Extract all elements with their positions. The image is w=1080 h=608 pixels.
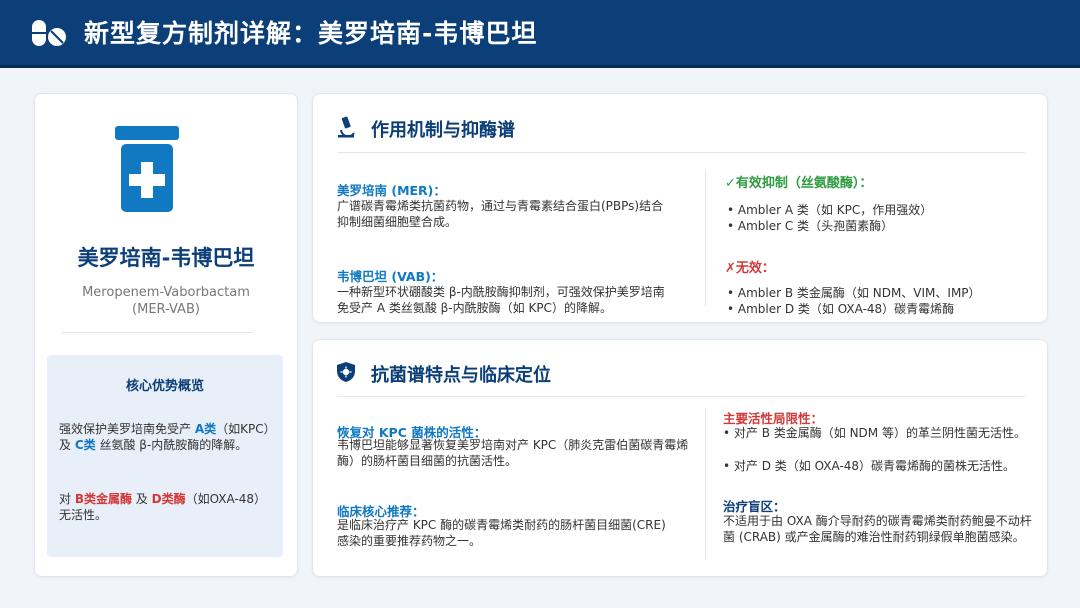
recommend-description: 是临床治疗产 KPC 酶的碳青霉烯类耐药的肠杆菌目细菌(CRE) 感染的重要推荐…	[337, 518, 666, 548]
column-divider	[705, 170, 706, 306]
restore-description: 韦博巴坦能够显著恢复美罗培南对产 KPC（肺炎克雷伯菌碳青霉烯酶）的肠杆菌目细菌…	[337, 438, 689, 468]
limitation-item: • 对产 D 类（如 OXA-48）碳青霉烯酶的菌株无活性。	[723, 459, 1016, 473]
mechanism-card: 作用机制与抑酶谱 美罗培南 (MER)： 广谱碳青霉烯类抗菌药物，通过与青霉素结…	[312, 93, 1048, 323]
effective-item: • Ambler A 类（如 KPC，作用强效）	[727, 203, 933, 217]
spectrum-card: 抗菌谱特点与临床定位 恢复对 KPC 菌株的活性： 韦博巴坦能够显著恢复美罗培南…	[312, 339, 1048, 577]
spectrum-title: 抗菌谱特点与临床定位	[371, 365, 551, 386]
effective-item: • Ambler C 类（头孢菌素酶）	[727, 219, 894, 233]
divider	[337, 396, 1025, 397]
ineffective-item: • Ambler B 类金属酶（如 NDM、VIM、IMP）	[727, 286, 981, 300]
mer-description: 广谱碳青霉烯类抗菌药物，通过与青霉素结合蛋白(PBPs)结合抑制细菌细胞壁合成。	[337, 199, 664, 229]
page-title: 新型复方制剂详解：美罗培南-韦博巴坦	[84, 19, 538, 48]
ineffective-item: • Ambler D 类（如 OXA-48）碳青霉烯酶	[727, 302, 955, 316]
advantage-paragraph-1: 强效保护美罗培南免受产 A类（如KPC）及 C类 丝氨酸 β-内酰胺酶的降解。	[59, 421, 273, 453]
adv2-text-2: 及	[131, 492, 152, 506]
mer-heading: 美罗培南 (MER)：	[337, 183, 446, 198]
shield-virus-icon	[337, 362, 355, 382]
advantages-box: 核心优势概览 强效保护美罗培南免受产 A类（如KPC）及 C类 丝氨酸 β-内酰…	[47, 355, 283, 557]
advantages-title: 核心优势概览	[125, 379, 204, 394]
adv1-text-3: 丝氨酸 β-内酰胺酶的降解。	[95, 438, 248, 452]
drug-english-label: Meropenem-Vaborbactam	[82, 285, 250, 300]
prescription-bottle-icon	[115, 126, 179, 212]
page-header: 新型复方制剂详解：美罗培南-韦博巴坦	[0, 0, 1080, 68]
divider	[61, 332, 253, 333]
vab-description: 一种新型环状硼酸类 β-内酰胺酶抑制剂，可强效保护美罗培南免受产 A 类丝氨酸 …	[337, 285, 665, 315]
adv1-highlight-a: A类	[194, 422, 217, 436]
effective-heading: ✓有效抑制（丝氨酸酶）：	[725, 176, 873, 191]
drug-name: 美罗培南-韦博巴坦	[77, 246, 255, 270]
vab-heading: 韦博巴坦 (VAB)：	[337, 269, 444, 284]
ineffective-heading: ✗无效：	[725, 261, 775, 276]
drug-english-name: Meropenem-Vaborbactam (MER-VAB)	[35, 284, 297, 318]
advantage-paragraph-2: 对 B类金属酶 及 D类酶（如OXA-48）无活性。	[59, 491, 273, 523]
adv2-highlight-d: D类酶	[151, 492, 186, 506]
limitation-item: • 对产 B 类金属酶（如 NDM 等）的革兰阴性菌无活性。	[723, 426, 1026, 440]
adv2-highlight-b: B类金属酶	[74, 492, 132, 506]
adv1-highlight-c: C类	[74, 438, 96, 452]
microscope-icon	[338, 116, 355, 138]
drug-abbreviation: (MER-VAB)	[132, 302, 200, 317]
capsule-pill-icon	[32, 20, 66, 46]
adv1-text-1: 强效保护美罗培南免受产	[59, 422, 195, 436]
drug-overview-card: 美罗培南-韦博巴坦 Meropenem-Vaborbactam (MER-VAB…	[34, 93, 298, 577]
mechanism-title: 作用机制与抑酶谱	[371, 120, 515, 141]
column-divider	[705, 408, 706, 560]
blind-spot-description: 不适用于由 OXA 酶介导耐药的碳青霉烯类耐药鲍曼不动杆菌 (CRAB) 或产金…	[723, 514, 1032, 544]
divider	[337, 152, 1025, 153]
adv2-text-1: 对	[59, 492, 75, 506]
